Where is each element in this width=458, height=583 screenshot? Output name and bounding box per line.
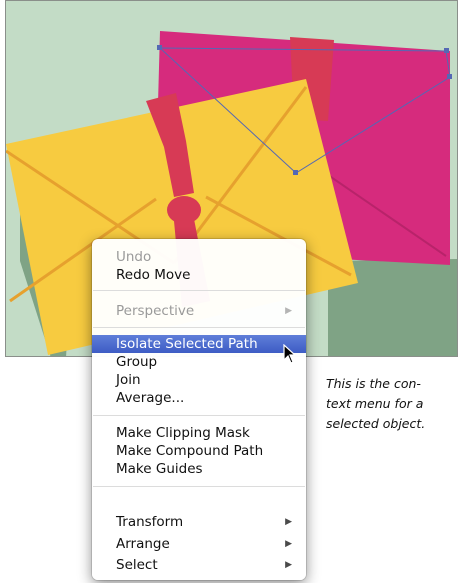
menu-separator: [93, 486, 305, 487]
menu-item-isolate-selected-path[interactable]: Isolate Selected Path: [92, 335, 306, 353]
menu-item-transform[interactable]: Transform ▶: [92, 513, 306, 531]
figure-caption: This is the con- text menu for a selecte…: [326, 374, 458, 434]
menu-separator: [93, 415, 305, 416]
menu-item-average[interactable]: Average...: [92, 389, 306, 407]
submenu-arrow-icon: ▶: [285, 560, 292, 570]
arrow-pointer-icon: [283, 343, 297, 368]
menu-item-perspective[interactable]: Perspective ▶: [92, 302, 306, 320]
menu-item-make-compound-path[interactable]: Make Compound Path: [92, 442, 306, 460]
menu-item-arrange[interactable]: Arrange ▶: [92, 535, 306, 553]
menu-item-make-clipping-mask[interactable]: Make Clipping Mask: [92, 424, 306, 442]
menu-item-make-guides[interactable]: Make Guides: [92, 460, 306, 478]
menu-item-group[interactable]: Group: [92, 353, 306, 371]
menu-separator: [93, 327, 305, 328]
menu-item-undo[interactable]: Undo: [92, 248, 306, 266]
ribbon-knot: [167, 196, 201, 224]
submenu-arrow-icon: ▶: [285, 306, 292, 316]
submenu-arrow-icon: ▶: [285, 539, 292, 549]
context-menu: Undo Redo Move Perspective ▶ Isolate Sel…: [92, 239, 306, 580]
caption-line: selected object.: [326, 416, 426, 431]
caption-line: text menu for a: [326, 396, 424, 411]
caption-line: This is the con-: [326, 376, 421, 391]
submenu-arrow-icon: ▶: [285, 517, 292, 527]
menu-item-select[interactable]: Select ▶: [92, 556, 306, 574]
menu-item-join[interactable]: Join: [92, 371, 306, 389]
menu-separator: [93, 290, 305, 291]
menu-item-redo-move[interactable]: Redo Move: [92, 266, 306, 284]
